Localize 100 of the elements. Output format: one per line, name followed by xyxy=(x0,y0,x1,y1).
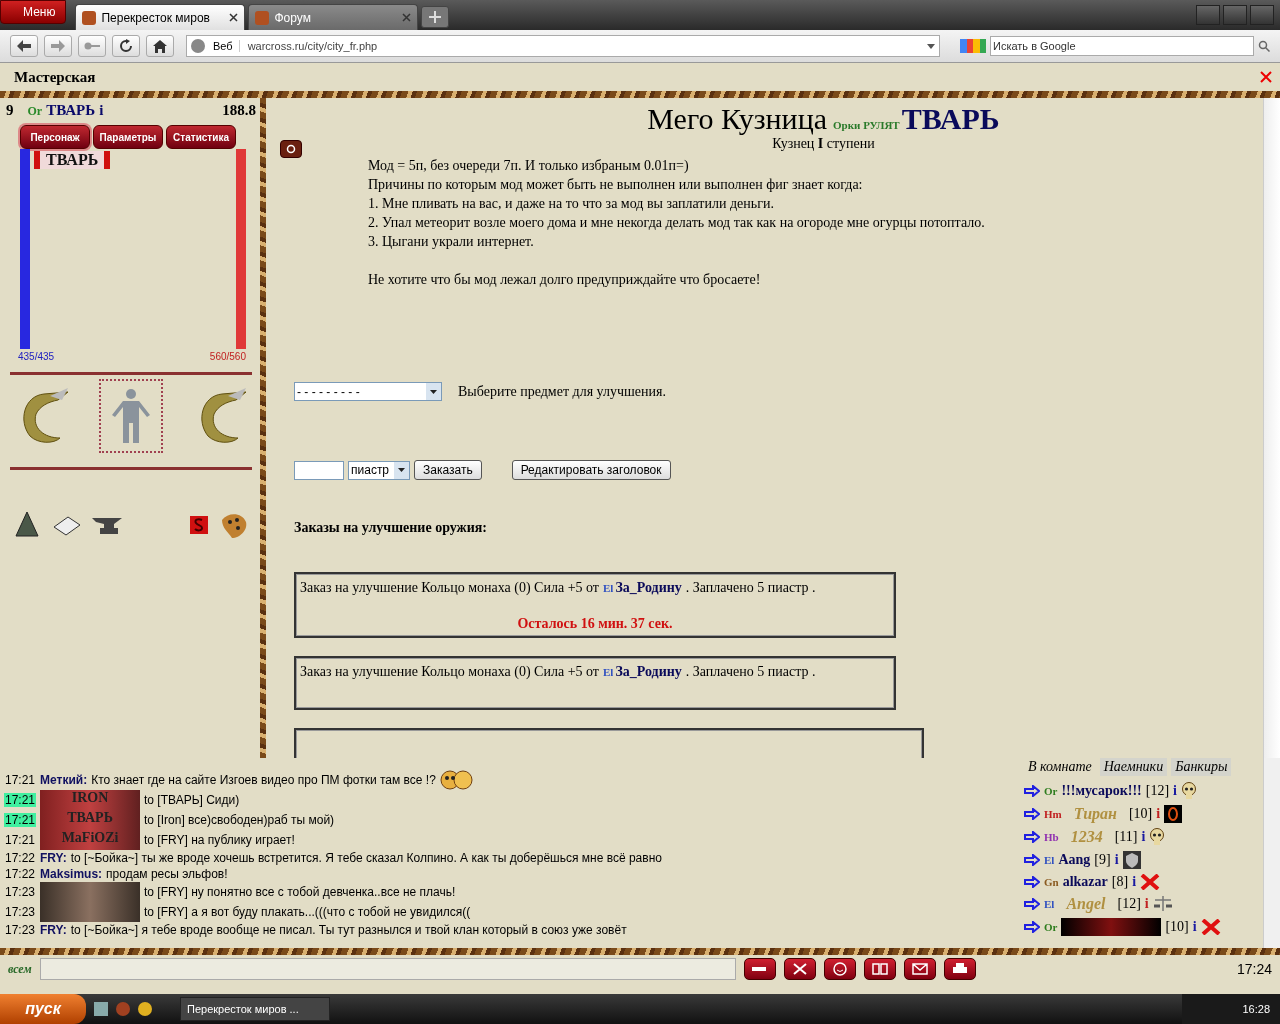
message-text: Кто знает где на сайте Изгоев видео про ПМ фотки там все !? xyxy=(91,773,436,787)
select-label: Выберите предмет для улучшения. xyxy=(458,383,666,400)
info-link[interactable]: i xyxy=(99,102,104,119)
message-time: 17:23 xyxy=(4,885,37,899)
order-button[interactable]: Заказать xyxy=(414,460,482,480)
forward-button[interactable] xyxy=(44,35,72,57)
smiley-icon xyxy=(832,962,847,976)
info-link[interactable]: i xyxy=(1173,783,1177,799)
home-button[interactable] xyxy=(146,35,174,57)
photo-placeholder[interactable] xyxy=(40,882,141,902)
photo-placeholder[interactable] xyxy=(40,902,141,922)
edit-heading-button[interactable]: Редактировать заголовок xyxy=(511,460,671,480)
message-text: to [FRY] а я вот буду плакать...(((что с тобой не увидился(( xyxy=(144,905,471,919)
message-time: 17:22 xyxy=(4,867,37,881)
search-field[interactable]: Искать в Google xyxy=(990,36,1254,56)
printer-icon xyxy=(951,963,968,975)
back-button[interactable] xyxy=(10,35,38,57)
recipient-label[interactable]: всем xyxy=(8,961,32,977)
currency-select[interactable]: пиастр xyxy=(348,460,410,480)
user-name[interactable]: alkazar xyxy=(1062,874,1108,890)
message-text: to [~Бойка~] ты же вроде хочешь встретится. Я тебе сказал Колпино. А как ты доберёшься мне всё равно xyxy=(70,851,662,865)
room-tab[interactable]: В комнате xyxy=(1024,758,1096,776)
refresh-button[interactable] xyxy=(280,140,302,158)
clear-button[interactable] xyxy=(783,958,816,980)
character-silhouette-frame[interactable] xyxy=(99,379,163,453)
key-button[interactable] xyxy=(78,35,106,57)
restore-button[interactable] xyxy=(1223,5,1247,25)
message-author[interactable]: FRY: xyxy=(40,851,67,865)
message-author[interactable]: FRY: xyxy=(40,923,67,937)
user-name[interactable]: Aang xyxy=(1058,852,1091,868)
crossed-swords-icon xyxy=(1200,919,1221,935)
arrow-icon[interactable] xyxy=(1024,876,1040,888)
crossed-swords-icon xyxy=(1140,874,1160,890)
close-icon[interactable] xyxy=(229,13,239,22)
arrow-icon[interactable] xyxy=(1024,831,1040,843)
health-reading: 560/560 xyxy=(209,351,246,362)
clock: 16:28 xyxy=(1242,1003,1270,1015)
smithy-title: Мего Кузница xyxy=(647,102,828,136)
minimize-button[interactable] xyxy=(1196,5,1220,25)
hand-button[interactable] xyxy=(743,958,776,980)
user-level: [9] xyxy=(1094,852,1111,868)
arrow-icon[interactable] xyxy=(1024,921,1040,933)
print-button[interactable] xyxy=(943,958,976,980)
reload-button[interactable] xyxy=(112,35,140,57)
info-link[interactable]: i xyxy=(1192,919,1197,935)
user-level: [8] xyxy=(1111,874,1129,890)
scales-icon xyxy=(1152,895,1173,913)
amount-field[interactable] xyxy=(294,460,344,480)
info-link[interactable]: i xyxy=(1114,852,1119,868)
browser-tab[interactable]: Перекресток миров xyxy=(75,4,246,30)
message-time: 17:23 xyxy=(4,923,37,937)
site-icon xyxy=(255,10,270,25)
character-tab[interactable]: Статистика xyxy=(166,125,236,149)
room-tab[interactable]: Банкиры xyxy=(1171,758,1232,776)
customer-name[interactable]: За_Родину xyxy=(615,664,682,680)
info-link[interactable]: i xyxy=(1132,874,1136,890)
dropdown-arrow-icon xyxy=(430,389,437,394)
room-tab[interactable]: Наемники xyxy=(1099,758,1168,776)
globe-icon xyxy=(191,39,205,53)
info-link[interactable]: i xyxy=(1141,829,1146,845)
race-label: Or xyxy=(1044,921,1058,933)
taskbar-window-button[interactable]: Перекресток миров ... xyxy=(180,997,330,1021)
browser-tab[interactable]: Форум xyxy=(248,4,419,30)
arrow-icon[interactable] xyxy=(1024,898,1040,910)
arrow-icon[interactable] xyxy=(1024,808,1040,820)
address-field[interactable]: Веб warcross.ru/city/city_fr.php xyxy=(186,35,940,57)
close-window-button[interactable] xyxy=(1250,5,1274,25)
app-icon[interactable] xyxy=(138,1002,152,1016)
user-level: [11] xyxy=(1114,829,1138,845)
dropdown-arrow-icon[interactable] xyxy=(927,43,935,49)
arrow-icon[interactable] xyxy=(1024,785,1040,797)
skill-icon[interactable] xyxy=(190,516,208,534)
smiley-button[interactable] xyxy=(823,958,856,980)
character-tab[interactable]: Персонаж xyxy=(20,125,90,149)
info-link[interactable]: i xyxy=(1144,896,1149,912)
start-button[interactable]: пуск xyxy=(0,994,86,1024)
message-time: 17:21 xyxy=(4,813,37,827)
race-label: El xyxy=(603,582,614,594)
info-link[interactable]: i xyxy=(1156,806,1161,822)
book-button[interactable] xyxy=(863,958,896,980)
character-tab[interactable]: Параметры xyxy=(93,125,163,149)
description-line: Мод = 5п, без очереди 7п. И только избраным 0.01п=) xyxy=(368,157,690,175)
shield-icon xyxy=(1122,851,1141,869)
search-icon[interactable] xyxy=(1258,40,1270,52)
chat-input[interactable] xyxy=(39,958,736,980)
customer-name[interactable]: За_Родину xyxy=(615,580,682,596)
scrollbar[interactable] xyxy=(1263,758,1280,948)
home-icon xyxy=(153,39,167,53)
user-name[interactable]: !!!мусарок!!! xyxy=(1061,783,1142,799)
dropdown-arrow-icon xyxy=(398,468,405,472)
race-label: Hm xyxy=(1044,808,1062,820)
arrow-icon[interactable] xyxy=(1024,854,1040,866)
browser-menu-button[interactable]: Меню xyxy=(0,0,67,24)
item-select[interactable]: - - - - - - - - - xyxy=(294,382,442,401)
new-tab-button[interactable] xyxy=(421,6,450,28)
scrollbar[interactable] xyxy=(1263,98,1280,758)
message-author[interactable]: Меткий: xyxy=(40,773,88,787)
message-author[interactable]: Maksimus: xyxy=(40,867,103,881)
message-time: 17:23 xyxy=(4,905,37,919)
mail-button[interactable] xyxy=(903,958,936,980)
